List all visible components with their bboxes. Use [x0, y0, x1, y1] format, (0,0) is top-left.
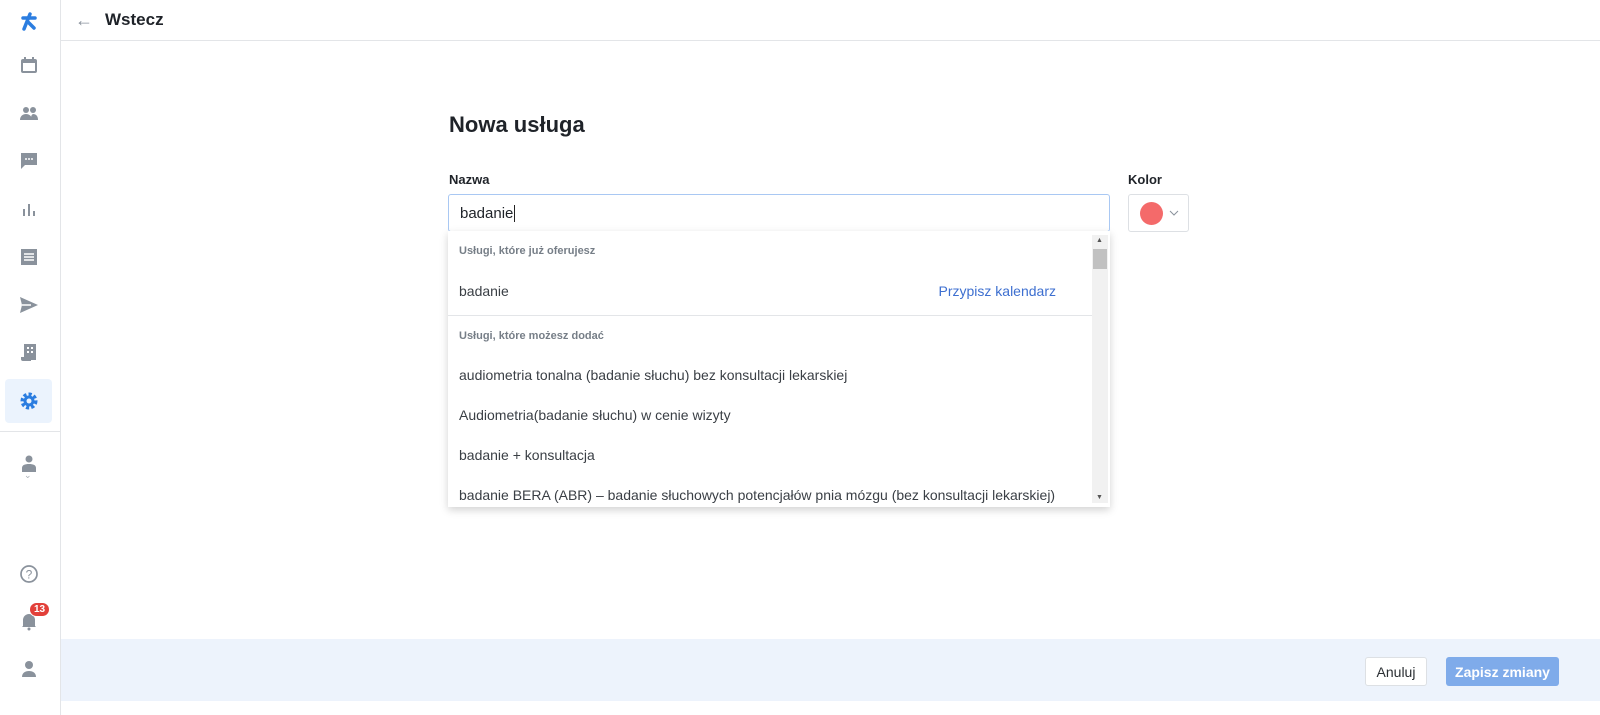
service-suggestions-dropdown: Usługi, które już oferujesz badanie Przy… [448, 231, 1110, 507]
available-services-header: Usługi, które możesz dodać [459, 330, 604, 342]
assign-calendar-link[interactable]: Przypisz kalendarz [939, 283, 1057, 299]
documents-icon[interactable] [5, 331, 52, 375]
invoices-icon[interactable] [5, 235, 52, 279]
name-input[interactable]: badanie [448, 194, 1110, 232]
messages-icon[interactable] [5, 139, 52, 183]
service-name: badanie [459, 283, 509, 299]
notifications-badge: 13 [29, 602, 51, 617]
scroll-up-icon[interactable]: ▲ [1096, 237, 1103, 244]
name-input-value: badanie [460, 204, 514, 222]
chevron-down-icon [1169, 210, 1179, 216]
cancel-button[interactable]: Anuluj [1365, 657, 1427, 686]
dropdown-scrollbar[interactable]: ▲ ▼ [1092, 235, 1108, 503]
help-icon[interactable]: ? [5, 552, 52, 596]
send-icon[interactable] [5, 283, 52, 327]
sidebar-divider [0, 431, 60, 432]
sidebar: ⌄ ? 13 [0, 0, 61, 715]
calendar-icon[interactable] [5, 43, 52, 87]
color-swatch [1140, 201, 1163, 225]
available-service-item[interactable]: badanie + konsultacja [448, 435, 1092, 475]
patients-icon[interactable] [5, 91, 52, 135]
existing-service-item[interactable]: badanie Przypisz kalendarz [448, 271, 1092, 311]
available-service-item[interactable]: Audiometria(badanie słuchu) w cenie wizy… [448, 395, 1092, 435]
scrollbar-thumb[interactable] [1093, 249, 1107, 269]
svg-text:?: ? [25, 568, 32, 582]
user-account-icon[interactable] [5, 647, 52, 691]
top-bar: ← Wstecz [61, 0, 1600, 41]
available-service-item[interactable]: audiometria tonalna (badanie słuchu) bez… [448, 355, 1092, 395]
back-link[interactable]: Wstecz [105, 10, 164, 30]
available-service-item[interactable]: badanie BERA (ABR) – badanie słuchowych … [448, 475, 1092, 507]
chevron-down-icon[interactable]: ⌄ [24, 470, 32, 481]
page-title: Nowa usługa [449, 112, 585, 137]
name-label: Nazwa [449, 172, 490, 187]
existing-services-header: Usługi, które już oferujesz [459, 245, 596, 257]
scroll-down-icon[interactable]: ▼ [1096, 494, 1103, 501]
color-picker-button[interactable] [1128, 194, 1189, 232]
settings-icon[interactable] [5, 379, 52, 423]
save-changes-button[interactable]: Zapisz zmiany [1446, 657, 1559, 686]
text-caret [514, 204, 516, 222]
color-label: Kolor [1128, 172, 1162, 187]
back-arrow-icon[interactable]: ← [75, 10, 93, 31]
statistics-icon[interactable] [5, 187, 52, 231]
logo-icon[interactable] [5, 0, 52, 44]
